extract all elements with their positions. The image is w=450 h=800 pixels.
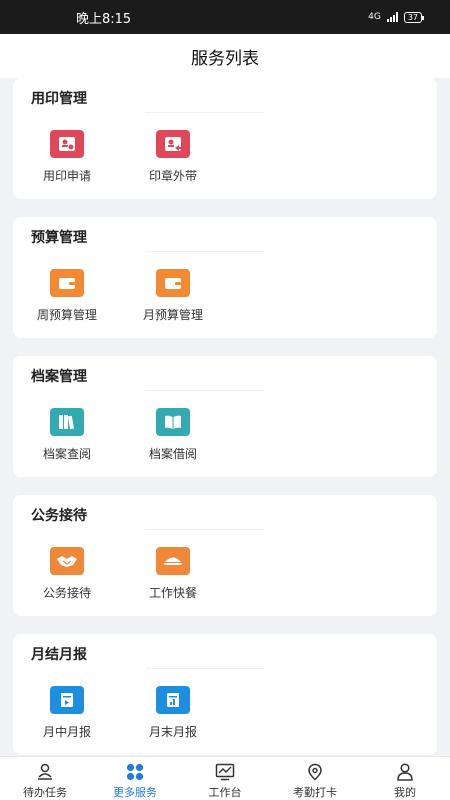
tab-attendance[interactable]: 考勤打卡 bbox=[270, 757, 360, 800]
divider bbox=[146, 112, 264, 113]
wallet-icon bbox=[156, 269, 190, 297]
report-icon bbox=[156, 686, 190, 714]
battery-icon: 37 bbox=[403, 11, 425, 23]
section-title: 档案管理 bbox=[31, 369, 87, 385]
section-official-reception: 公务接待 公务接待 工作快餐 bbox=[13, 495, 437, 616]
grid-icon bbox=[124, 763, 146, 781]
service-label: 档案借阅 bbox=[148, 447, 197, 461]
section-monthly-report: 月结月报 月中月报 月末月报 bbox=[13, 634, 437, 755]
section-title: 预算管理 bbox=[31, 230, 87, 246]
open-book-icon bbox=[156, 408, 190, 436]
section-archive-management: 档案管理 档案查阅 档案借阅 bbox=[13, 356, 437, 477]
tab-workbench[interactable]: 工作台 bbox=[180, 757, 270, 800]
tab-label: 待办任务 bbox=[23, 786, 67, 799]
handshake-icon bbox=[50, 547, 84, 575]
service-work-meal[interactable]: 工作快餐 bbox=[123, 547, 223, 601]
service-month-end-report[interactable]: 月末月报 bbox=[123, 686, 223, 740]
service-weekly-budget[interactable]: 周预算管理 bbox=[17, 269, 117, 323]
page-header: 服务列表 bbox=[0, 34, 450, 78]
status-time: 晚上8:15 bbox=[76, 11, 132, 27]
service-label: 月中月报 bbox=[42, 725, 91, 739]
service-mid-month-report[interactable]: 月中月报 bbox=[17, 686, 117, 740]
report-icon bbox=[50, 686, 84, 714]
person-stamp-icon bbox=[34, 763, 56, 781]
service-label: 周预算管理 bbox=[36, 308, 97, 322]
archive-books-icon bbox=[50, 408, 84, 436]
stamp-takeout-icon bbox=[156, 130, 190, 158]
tab-label: 考勤打卡 bbox=[293, 786, 337, 799]
stamp-apply-icon bbox=[50, 130, 84, 158]
service-archive-borrow[interactable]: 档案借阅 bbox=[123, 408, 223, 462]
battery-level: 37 bbox=[407, 12, 418, 22]
service-label: 月末月报 bbox=[148, 725, 197, 739]
location-icon bbox=[304, 763, 326, 781]
page-title: 服务列表 bbox=[191, 48, 259, 69]
section-title: 用印管理 bbox=[31, 91, 87, 107]
service-label: 档案查阅 bbox=[42, 447, 91, 461]
section-title: 月结月报 bbox=[31, 647, 87, 663]
section-budget-management: 预算管理 周预算管理 月预算管理 bbox=[13, 217, 437, 338]
network-type: 4G bbox=[368, 12, 381, 22]
tab-todo-tasks[interactable]: 待办任务 bbox=[0, 757, 90, 800]
service-archive-view[interactable]: 档案查阅 bbox=[17, 408, 117, 462]
service-official-reception[interactable]: 公务接待 bbox=[17, 547, 117, 601]
status-bar: 晚上8:15 4G 37 bbox=[0, 0, 450, 34]
tab-label: 我的 bbox=[394, 786, 416, 799]
user-icon bbox=[394, 763, 416, 781]
section-seal-management: 用印管理 用印申请 印章外带 bbox=[13, 78, 437, 199]
status-icons: 4G 37 bbox=[368, 11, 425, 23]
service-label: 工作快餐 bbox=[148, 586, 197, 600]
signal-icon bbox=[386, 12, 398, 22]
service-label: 用印申请 bbox=[42, 169, 91, 183]
service-label: 印章外带 bbox=[148, 169, 197, 183]
meal-icon bbox=[156, 547, 190, 575]
tab-label: 工作台 bbox=[208, 786, 242, 799]
tab-label: 更多服务 bbox=[113, 786, 157, 799]
tab-mine[interactable]: 我的 bbox=[360, 757, 450, 800]
service-label: 公务接待 bbox=[42, 586, 91, 600]
divider bbox=[146, 251, 264, 252]
monitor-chart-icon bbox=[214, 763, 236, 781]
service-seal-apply[interactable]: 用印申请 bbox=[17, 130, 117, 184]
service-label: 月预算管理 bbox=[142, 308, 203, 322]
tab-more-services[interactable]: 更多服务 bbox=[90, 757, 180, 800]
bottom-tab-bar: 待办任务 更多服务 工作台 考勤打卡 我的 bbox=[0, 756, 450, 800]
service-monthly-budget[interactable]: 月预算管理 bbox=[123, 269, 223, 323]
divider bbox=[146, 529, 264, 530]
divider bbox=[146, 668, 264, 669]
service-seal-takeout[interactable]: 印章外带 bbox=[123, 130, 223, 184]
wallet-icon bbox=[50, 269, 84, 297]
section-title: 公务接待 bbox=[31, 508, 87, 524]
service-list[interactable]: 用印管理 用印申请 印章外带 预算管理 周预算管理 月预算管理 档案管理 档案查… bbox=[0, 78, 450, 756]
divider bbox=[146, 390, 264, 391]
